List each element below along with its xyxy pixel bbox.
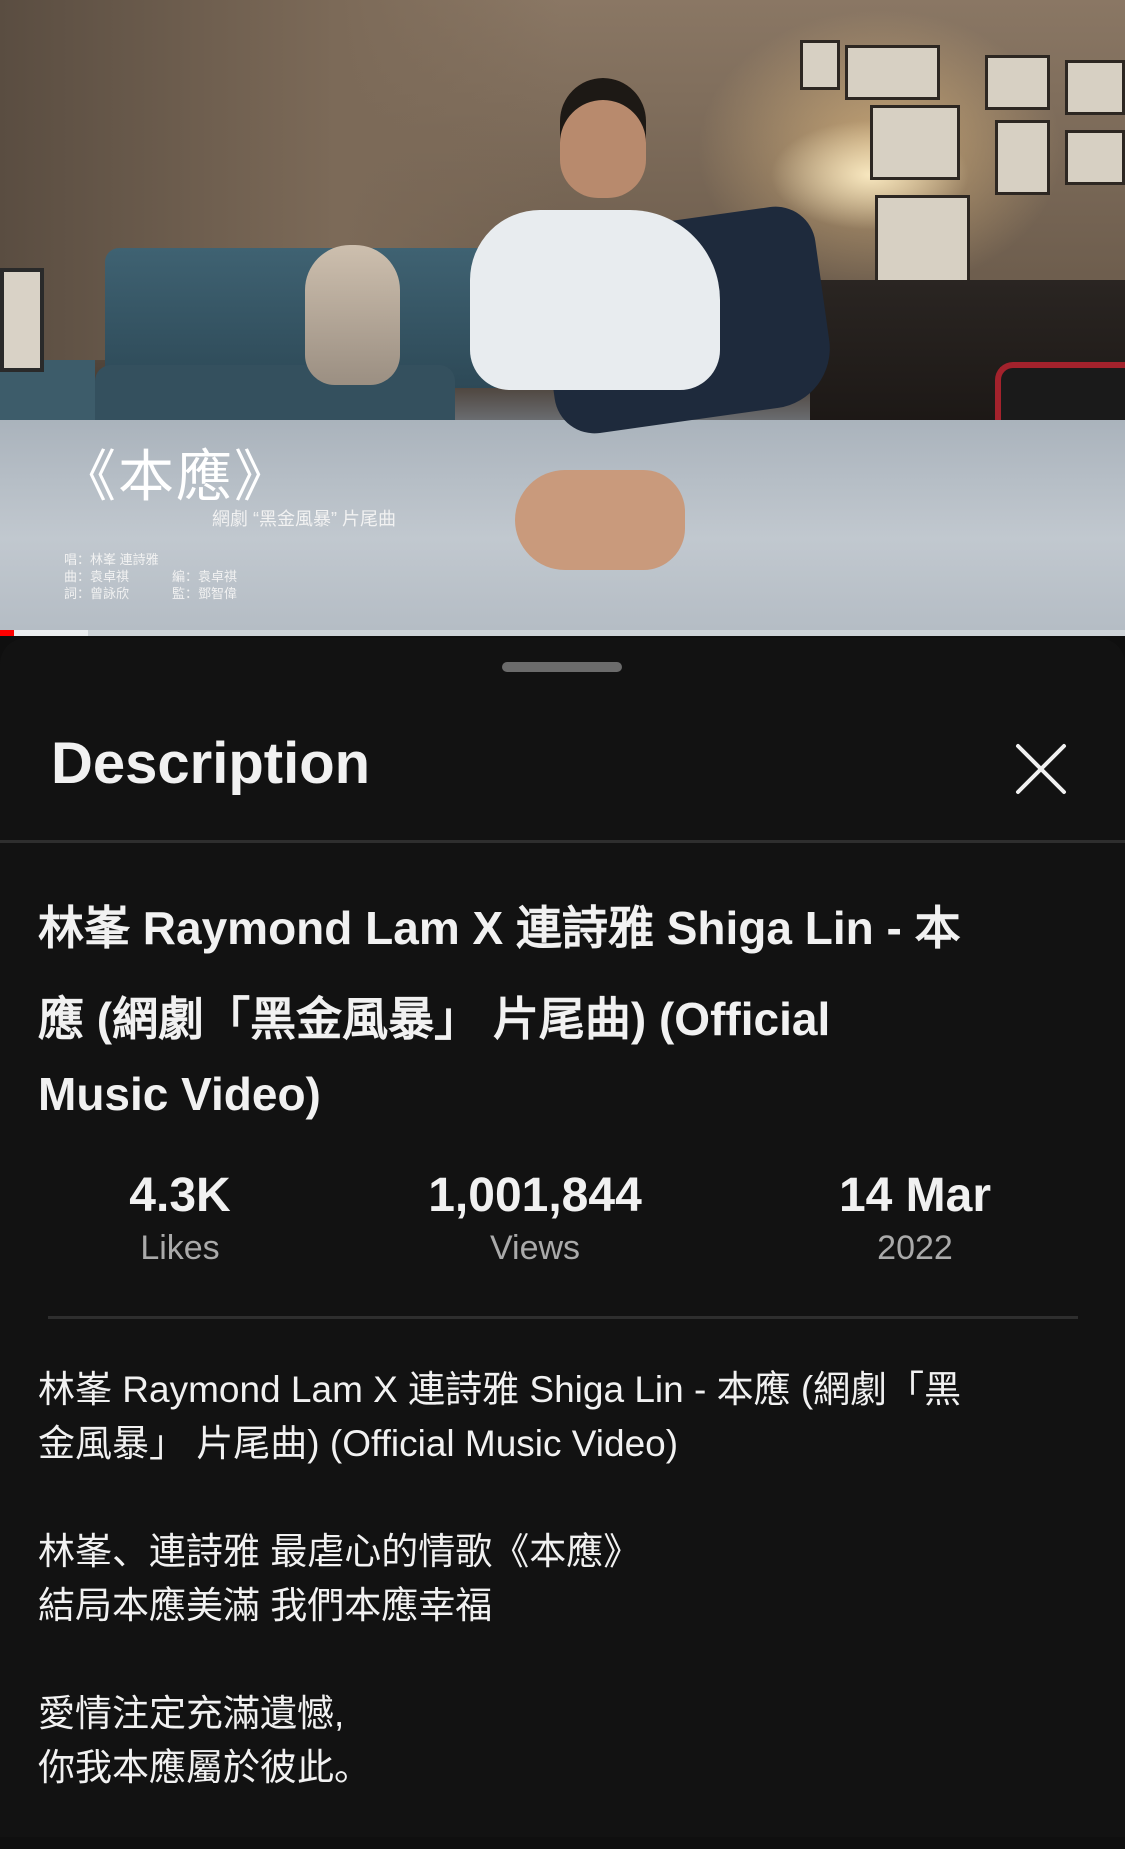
video-frame-dog [305, 245, 400, 385]
description-paragraph: 愛情注定充滿遺憾, 你我本應屬於彼此。 [38, 1687, 1088, 1795]
video-frame-person-head [560, 78, 646, 198]
description-line: 你我本應屬於彼此。 [38, 1747, 371, 1788]
description-paragraph: 林峯、連詩雅 最虐心的情歌《本應》 結局本應美滿 我們本應幸福 [38, 1525, 1088, 1633]
likes-label: Likes [140, 1229, 220, 1267]
credit-lyricist: 詞：曾詠欣 [64, 586, 130, 601]
video-player[interactable]: 《本應》 網劇 “黑金風暴” 片尾曲 唱：林峯 連詩雅 曲：袁卓祺 編：袁卓祺 詞… [0, 0, 1125, 636]
description-text: 林峯 Raymond Lam X 連詩雅 Shiga Lin - 本應 (網劇「… [38, 1363, 1088, 1849]
video-title: 林峯 Raymond Lam X 連詩雅 Shiga Lin - 本 應 (網劇… [38, 883, 1078, 1123]
video-progress-bar[interactable] [0, 630, 1125, 636]
description-paragraph: 林峯 Raymond Lam X 連詩雅 Shiga Lin - 本應 (網劇「… [38, 1363, 1088, 1471]
stats-divider [48, 1316, 1078, 1319]
upload-year: 2022 [877, 1229, 953, 1267]
video-progress-played [0, 630, 14, 636]
upload-date: 14 Mar [838, 1169, 992, 1222]
video-overlay-credits: 唱：林峯 連詩雅 曲：袁卓祺 編：袁卓祺 詞：曾詠欣 監：鄧智偉 [64, 551, 280, 602]
date-stat: 14 Mar 2022 [790, 1168, 1040, 1268]
views-count: 1,001,844 [428, 1169, 642, 1222]
video-frame-photo [1065, 60, 1125, 115]
sheet-header-divider [0, 840, 1125, 843]
video-frame-photo [985, 55, 1050, 110]
likes-count: 4.3K [129, 1169, 231, 1222]
video-frame-photo [1065, 130, 1125, 185]
video-overlay-title: 《本應》 [60, 445, 292, 510]
description-sheet: Description 林峯 Raymond Lam X 連詩雅 Shiga L… [0, 638, 1125, 1837]
credit-producer: 監：鄧智偉 [172, 586, 238, 601]
credit-composer: 曲：袁卓祺 [64, 569, 130, 584]
credit-singer: 唱：林峯 連詩雅 [64, 552, 159, 567]
video-frame-person-foot [515, 470, 685, 570]
close-button[interactable] [1010, 738, 1072, 800]
video-frame-photo [845, 45, 940, 100]
likes-stat: 4.3K Likes [80, 1168, 280, 1268]
description-line: 林峯 Raymond Lam X 連詩雅 Shiga Lin - 本應 (網劇「… [38, 1369, 962, 1410]
video-title-line: Music Video) [38, 1068, 321, 1120]
description-line: 愛情注定充滿遺憾, [38, 1693, 345, 1734]
views-stat: 1,001,844 Views [385, 1168, 685, 1268]
video-title-line: 林峯 Raymond Lam X 連詩雅 Shiga Lin - 本 [38, 902, 961, 954]
credit-arranger: 編：袁卓祺 [172, 569, 238, 584]
close-icon [1016, 744, 1066, 794]
description-line: 林峯、連詩雅 最虐心的情歌《本應》 [38, 1531, 641, 1572]
views-label: Views [489, 1229, 581, 1267]
video-title-line: 應 (網劇「黑金風暴」 片尾曲) (Official [38, 993, 831, 1045]
video-frame-photo [995, 120, 1050, 195]
video-overlay-subtitle: 網劇 “黑金風暴” 片尾曲 [212, 509, 396, 529]
video-frame-photo [870, 105, 960, 180]
sheet-title: Description [51, 731, 371, 796]
description-line: 結局本應美滿 我們本應幸福 [38, 1585, 493, 1626]
video-frame-person-body [470, 210, 720, 390]
description-line: 金風暴」 片尾曲) (Official Music Video) [38, 1423, 679, 1464]
video-frame-picture [0, 268, 44, 372]
video-frame-photo [800, 40, 840, 90]
sheet-drag-handle[interactable] [502, 662, 622, 672]
video-frame-photo [875, 195, 970, 285]
